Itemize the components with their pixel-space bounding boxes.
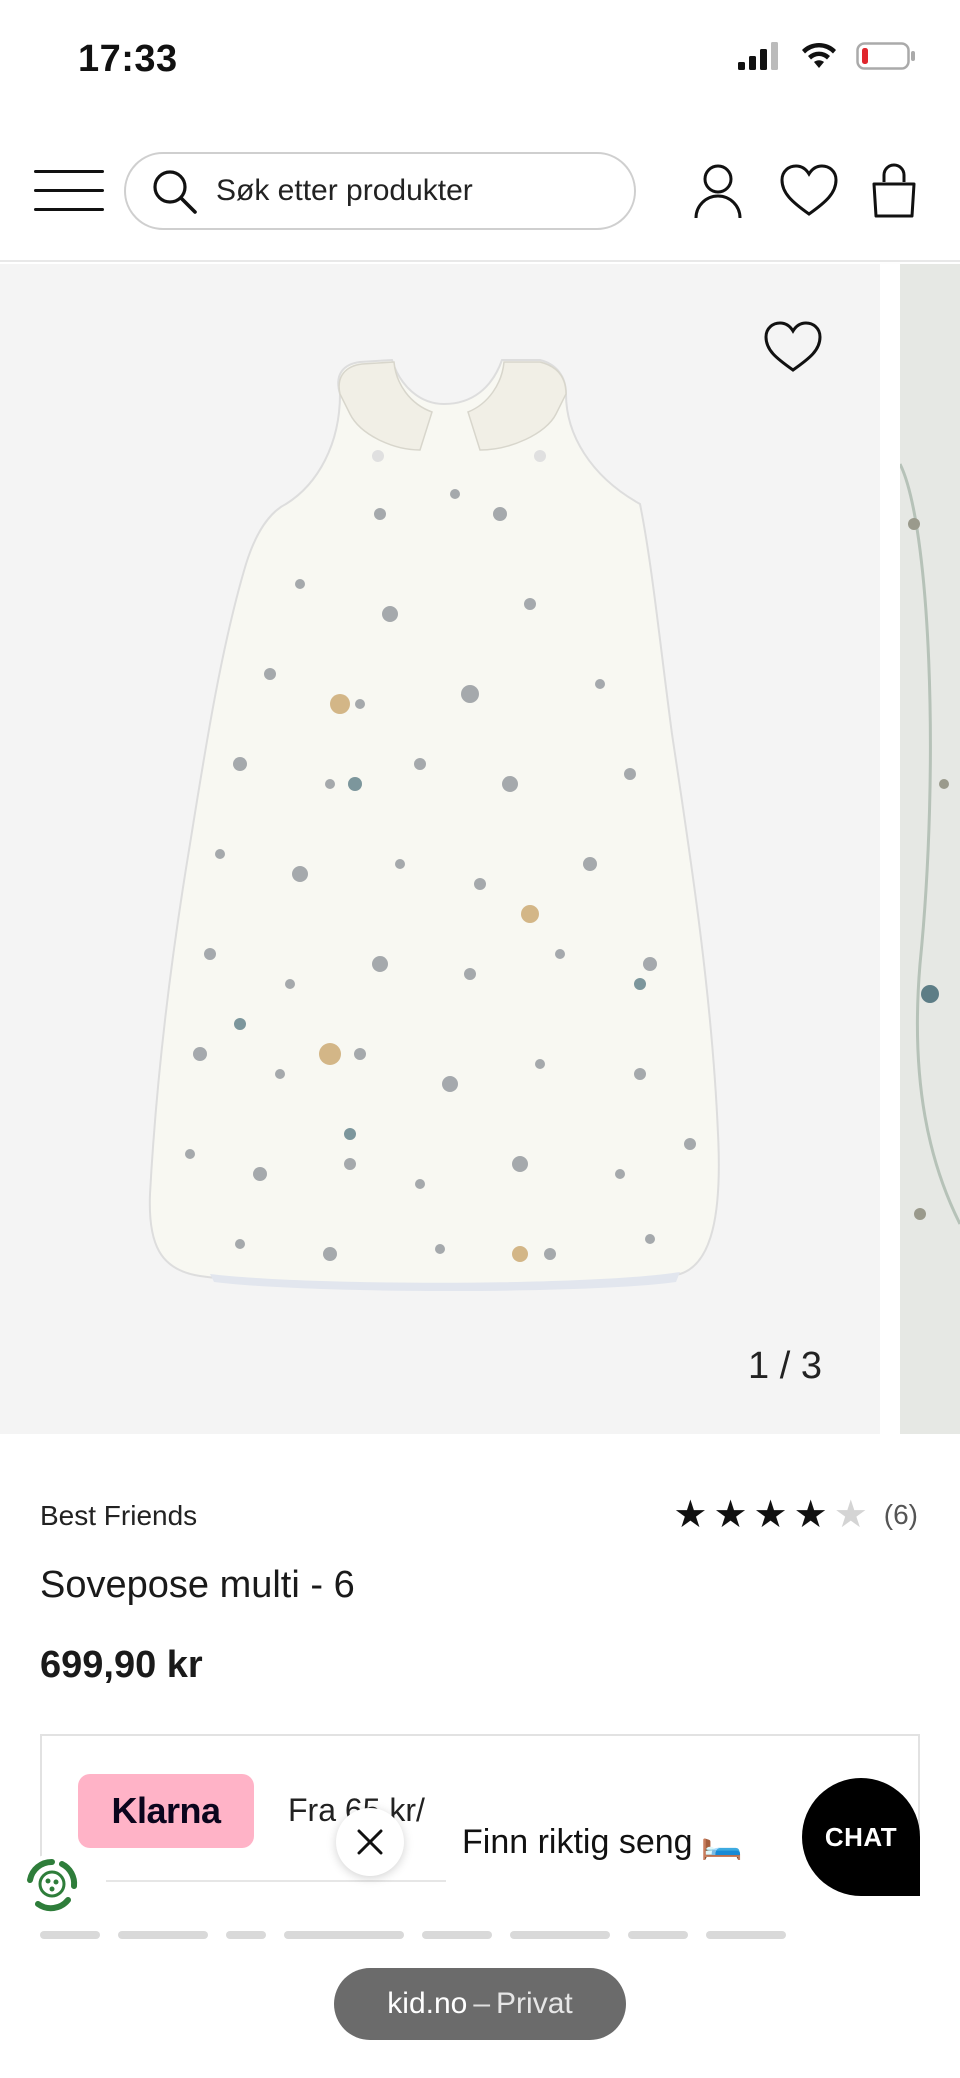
hamburger-menu-button[interactable] xyxy=(34,168,104,214)
search-input[interactable]: Søk etter produkter xyxy=(124,152,636,230)
account-button[interactable] xyxy=(690,162,746,220)
description-text-faded xyxy=(40,1926,900,1940)
promo-text: Finn riktig seng xyxy=(462,1822,693,1861)
recycle-icon xyxy=(22,1854,82,1914)
heart-icon xyxy=(780,164,838,216)
close-icon xyxy=(357,1829,383,1855)
product-rating[interactable]: ★ ★ ★ ★ ★ (6) xyxy=(673,1496,918,1534)
url-domain: kid.no xyxy=(387,1987,468,2020)
status-time: 17:33 xyxy=(78,38,178,80)
browser-address-pill[interactable]: kid.no – Privat xyxy=(334,1968,626,2040)
close-promo-button[interactable] xyxy=(336,1808,404,1876)
find-bed-promo[interactable]: Finn riktig seng 🛏️ xyxy=(442,1812,763,1872)
star-filled-icon: ★ xyxy=(673,1494,708,1536)
add-to-wishlist-button[interactable] xyxy=(762,320,824,376)
search-icon xyxy=(153,170,197,214)
product-image xyxy=(148,358,720,1291)
status-icons xyxy=(738,42,916,70)
product-brand[interactable]: Best Friends xyxy=(40,1500,197,1532)
star-filled-icon: ★ xyxy=(753,1494,788,1536)
cart-button[interactable] xyxy=(870,162,918,220)
next-image-slide[interactable] xyxy=(900,264,960,1434)
image-counter: 1 / 3 xyxy=(748,1345,822,1387)
wishlist-button[interactable] xyxy=(778,162,840,220)
shopping-bag-icon xyxy=(872,163,916,218)
battery-low-icon xyxy=(856,42,915,70)
review-count: (6) xyxy=(883,1499,918,1530)
heart-icon xyxy=(764,321,822,372)
search-placeholder: Søk etter produkter xyxy=(216,174,473,207)
product-image-gallery[interactable]: 1 / 3 xyxy=(0,264,960,1434)
chat-button[interactable]: CHAT xyxy=(802,1778,920,1896)
product-image-preview xyxy=(900,264,960,1434)
star-filled-icon: ★ xyxy=(713,1494,748,1536)
bed-icon: 🛏️ xyxy=(700,1823,743,1861)
star-empty-icon: ★ xyxy=(833,1494,868,1536)
product-title: Sovepose multi - 6 xyxy=(40,1564,355,1606)
url-separator: – xyxy=(473,1987,491,2020)
wifi-icon xyxy=(802,42,836,68)
product-image-slide[interactable]: 1 / 3 xyxy=(0,264,880,1434)
product-price: 699,90 kr xyxy=(40,1644,203,1686)
star-filled-icon: ★ xyxy=(793,1494,828,1536)
divider xyxy=(106,1880,446,1882)
recycle-badge-button[interactable] xyxy=(18,1850,86,1918)
klarna-logo: Klarna xyxy=(78,1774,254,1848)
site-header: Søk etter produkter xyxy=(0,120,960,262)
user-icon xyxy=(694,164,742,219)
browsing-mode: Privat xyxy=(496,1987,573,2020)
status-bar: 17:33 xyxy=(0,0,960,120)
cellular-signal-icon xyxy=(738,42,778,70)
